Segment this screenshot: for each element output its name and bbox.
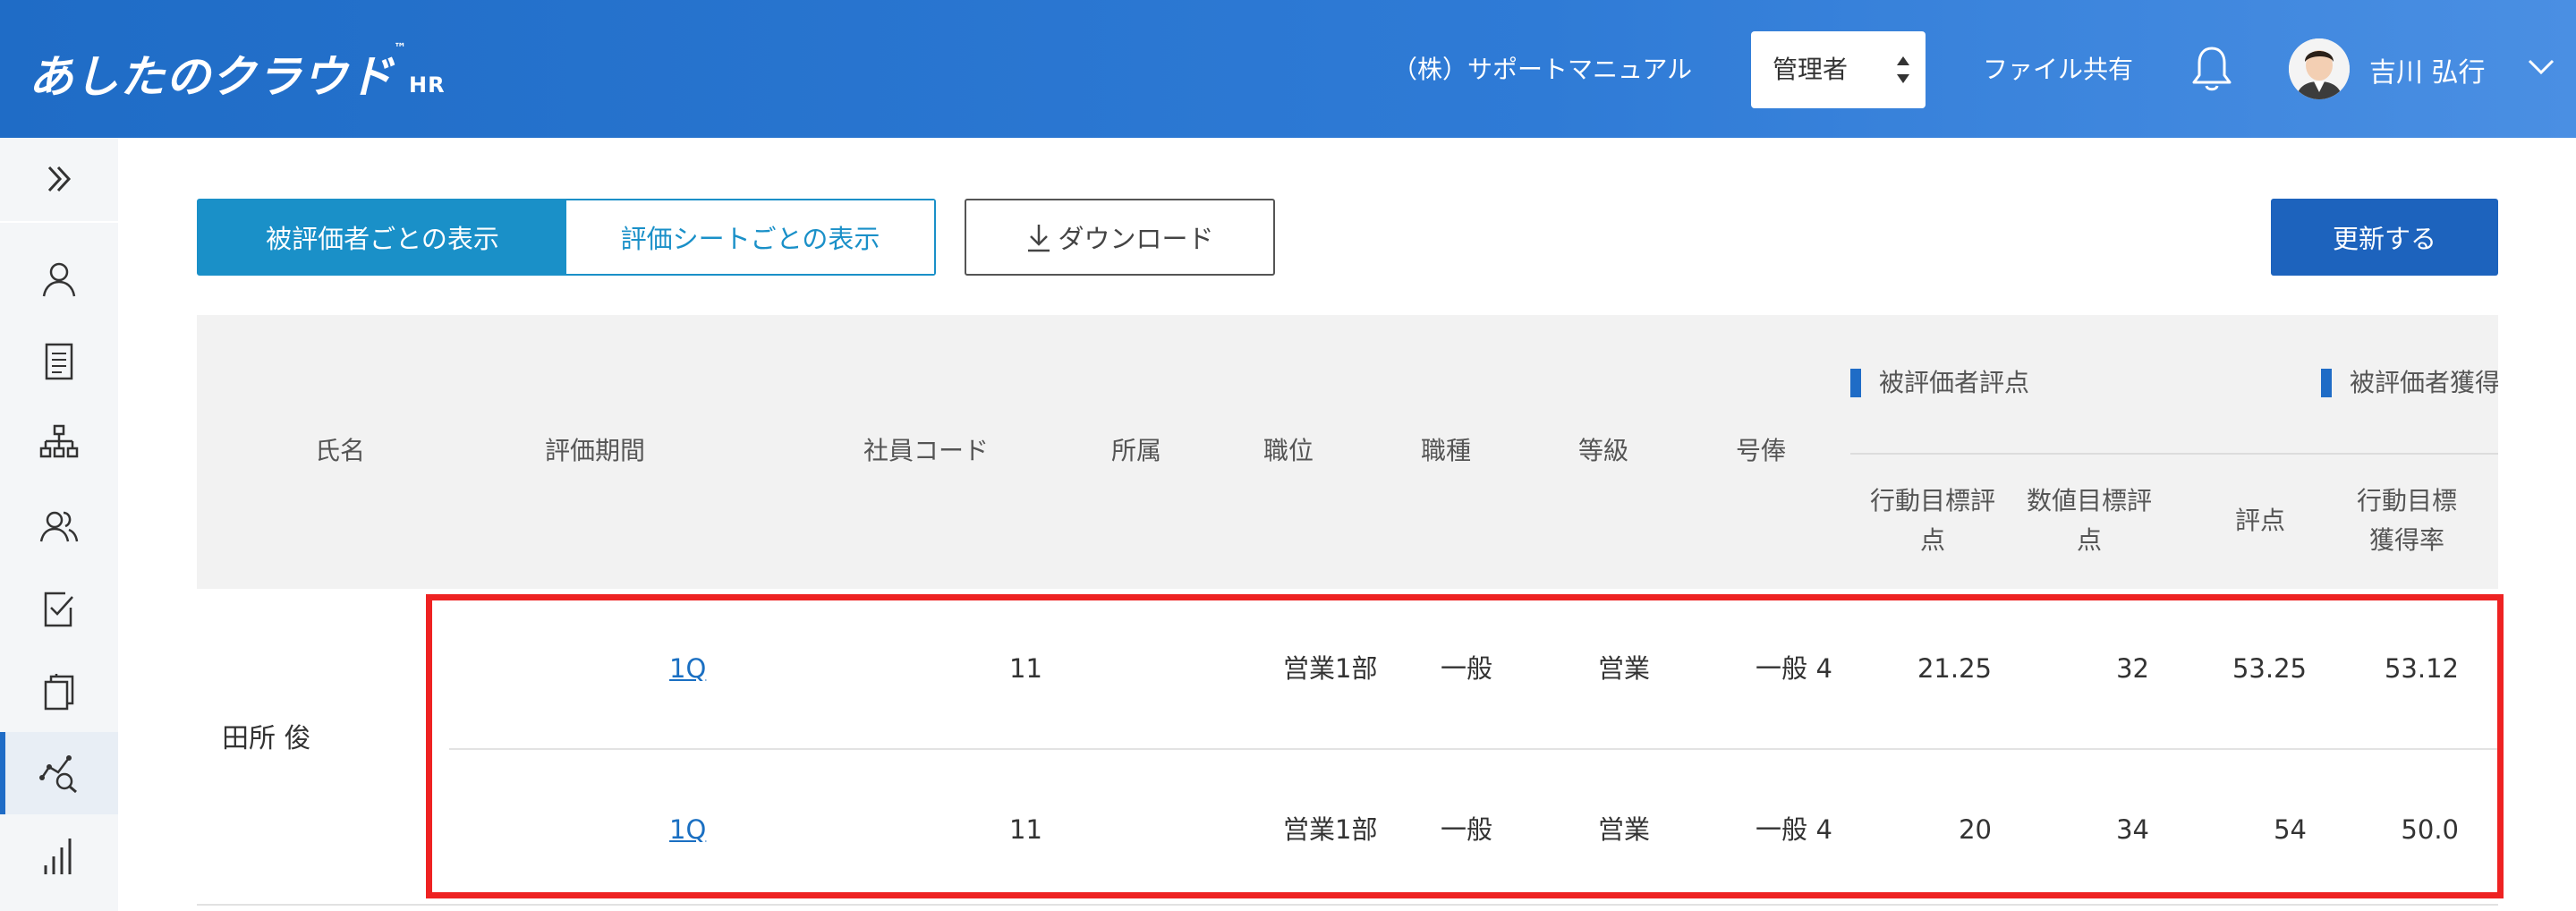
group-header-evaluatee-rates: 被評価者獲得 <box>2321 367 2498 399</box>
department-cell: 営業1部 <box>1283 653 1378 684</box>
tab-by-sheet[interactable]: 評価シートごとの表示 <box>566 200 934 274</box>
tab-by-evaluatee[interactable]: 被評価者ごとの表示 <box>199 200 566 274</box>
app-logo[interactable]: あしたのクラウド™ HR <box>29 41 446 106</box>
salary-step-cell: 4 <box>1815 814 1832 845</box>
org-chart-icon <box>39 424 79 458</box>
user-avatar[interactable] <box>2289 38 2350 99</box>
user-icon <box>42 262 76 297</box>
sidebar-item-copy[interactable] <box>0 650 118 732</box>
job-type-cell: 営業 <box>1598 653 1651 684</box>
bell-icon[interactable] <box>2190 45 2233 93</box>
logo-trademark: ™ <box>394 41 407 55</box>
header-position: 職位 <box>1262 436 1314 465</box>
sidebar-item-document[interactable] <box>0 320 118 403</box>
header-job-type: 職種 <box>1420 436 1471 465</box>
behavior-rate-cell: 50.0 <box>2401 814 2459 845</box>
file-share-link[interactable]: ファイル共有 <box>1983 50 2133 86</box>
update-button[interactable]: 更新する <box>2271 199 2498 276</box>
header-employee-code: 社員コード <box>863 436 989 465</box>
period-link[interactable]: 1Q <box>669 589 706 748</box>
sidebar-item-analysis[interactable] <box>0 732 118 814</box>
chart-search-icon <box>39 755 77 794</box>
checklist-icon <box>44 592 73 627</box>
group-header-divider <box>1850 453 2498 455</box>
sidebar-item-organization[interactable] <box>0 403 118 485</box>
header-behavior-score: 行動目標評 点 <box>1869 486 1995 555</box>
numeric-score-cell: 34 <box>2116 814 2149 845</box>
behavior-rate-cell: 53.12 <box>2384 653 2459 684</box>
evaluation-table: 氏名 評価期間 社員コード 所属 職位 職種 等級 号俸 被評価者評点 被評価者… <box>197 315 2498 911</box>
sidebar-divider <box>0 221 118 223</box>
behavior-score-cell: 20 <box>1959 814 1992 845</box>
logo-text: あしたのクラウド <box>29 51 394 103</box>
sidebar-item-checklist[interactable] <box>0 567 118 650</box>
score-cell: 54 <box>2274 814 2307 845</box>
table-row: 1Q 11 営業1部 一般 営業 一般 4 20 34 54 50.0 <box>449 750 2498 909</box>
behavior-score-cell: 21.25 <box>1917 653 1992 684</box>
table-row: 1Q 11 営業1部 一般 営業 一般 4 21.25 32 53.25 53.… <box>449 589 2498 748</box>
app-header: あしたのクラウド™ HR （株）サポートマニュアル 管理者 ファイル共有 吉川 弘… <box>0 0 2576 138</box>
download-label: ダウンロード <box>1058 224 1214 254</box>
copy-icon <box>44 674 74 711</box>
users-icon <box>39 511 79 542</box>
employee-name: 田所 俊 <box>222 723 311 754</box>
document-icon <box>45 343 73 380</box>
employee-code-cell: 11 <box>1009 653 1042 684</box>
sidebar <box>0 138 118 911</box>
logo-suffix: HR <box>409 72 446 98</box>
header-numeric-score: 数値目標評 点 <box>2026 486 2152 555</box>
position-cell: 一般 <box>1441 814 1493 845</box>
department-cell: 営業1部 <box>1283 814 1378 845</box>
position-cell: 一般 <box>1441 653 1493 684</box>
table-header: 氏名 評価期間 社員コード 所属 職位 職種 等級 号俸 被評価者評点 被評価者… <box>197 315 2498 589</box>
header-behavior-rate: 行動目標 獲得率 <box>2356 486 2457 555</box>
double-chevron-right-icon <box>47 166 72 192</box>
chevron-down-icon[interactable] <box>2527 55 2555 77</box>
download-icon <box>1028 225 1050 252</box>
period-link[interactable]: 1Q <box>669 750 706 909</box>
header-score: 評点 <box>2234 506 2285 535</box>
header-department: 所属 <box>1110 436 1161 465</box>
numeric-score-cell: 32 <box>2116 653 2149 684</box>
bar-chart-icon <box>44 839 72 874</box>
score-cell: 53.25 <box>2232 653 2307 684</box>
header-salary-step: 号俸 <box>1735 436 1786 465</box>
table-bottom-border <box>197 904 2498 906</box>
sidebar-item-profile[interactable] <box>0 238 118 320</box>
role-select-value: 管理者 <box>1773 55 1849 84</box>
user-name[interactable]: 吉川 弘行 <box>2369 50 2486 89</box>
header-period: 評価期間 <box>544 436 645 465</box>
header-grade: 等級 <box>1577 436 1628 465</box>
download-button[interactable]: ダウンロード <box>965 199 1275 276</box>
salary-step-cell: 4 <box>1815 653 1832 684</box>
role-select[interactable]: 管理者 <box>1751 31 1926 108</box>
sidebar-expand-toggle[interactable] <box>0 138 118 220</box>
view-toggle: 被評価者ごとの表示 評価シートごとの表示 <box>197 199 936 276</box>
sidebar-item-members[interactable] <box>0 485 118 567</box>
select-arrows-icon <box>1897 56 1909 83</box>
employee-code-cell: 11 <box>1009 814 1042 845</box>
group-header-evaluatee-scores: 被評価者評点 <box>1850 367 2029 399</box>
job-type-cell: 営業 <box>1598 814 1651 845</box>
sidebar-item-reports[interactable] <box>0 814 118 897</box>
header-name: 氏名 <box>314 436 365 465</box>
company-name[interactable]: （株）サポートマニュアル <box>1392 50 1692 86</box>
